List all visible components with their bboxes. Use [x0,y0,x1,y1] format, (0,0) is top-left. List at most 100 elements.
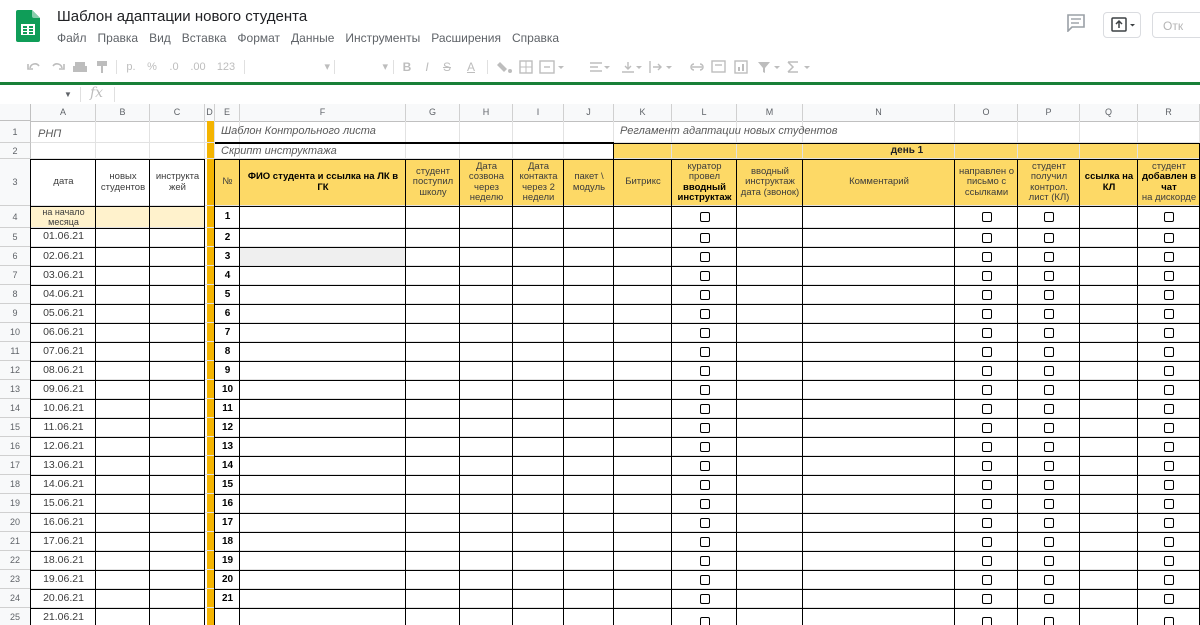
column-header-f[interactable]: F [240,104,406,121]
row-header[interactable]: 10 [0,323,31,342]
date-cell[interactable]: 09.06.21 [31,380,96,399]
checkbox[interactable] [1164,441,1174,452]
checkbox[interactable] [1164,422,1174,433]
column-header-e[interactable]: E [215,104,240,121]
checkbox[interactable] [981,460,992,471]
checkbox[interactable] [1044,555,1054,566]
text-color-button[interactable]: A [462,52,480,82]
row-header[interactable]: 12 [0,361,31,380]
checkbox[interactable] [1044,308,1054,319]
checkbox[interactable] [699,498,710,509]
checkbox[interactable] [981,251,992,262]
row-number-cell[interactable]: 15 [215,475,240,494]
cell-k1-adaptation-rules[interactable]: Регламент адаптации новых студентов [614,121,1200,143]
checkbox[interactable] [699,308,710,319]
date-cell[interactable]: 08.06.21 [31,361,96,380]
checkbox[interactable] [1044,460,1054,471]
checkbox[interactable] [981,574,992,585]
date-cell[interactable]: 11.06.21 [31,418,96,437]
row-number-cell[interactable]: 3 [215,247,240,266]
menu-edit[interactable]: Правка [98,31,139,45]
comment-icon[interactable] [1066,14,1086,32]
row-header[interactable]: 6 [0,247,31,266]
row-number-cell[interactable]: 5 [215,285,240,304]
row-number-cell[interactable]: 12 [215,418,240,437]
column-header-a[interactable]: A [31,104,96,121]
checkbox[interactable] [1164,384,1174,395]
menu-extensions[interactable]: Расширения [431,31,501,45]
cell-a1-rnp[interactable]: РНП [31,121,205,151]
date-cell[interactable]: 12.06.21 [31,437,96,456]
checkbox[interactable] [981,212,992,222]
checkbox[interactable] [981,346,992,357]
row-header[interactable]: 1 [0,121,31,143]
menu-tools[interactable]: Инструменты [345,31,420,45]
date-cell[interactable]: 19.06.21 [31,570,96,589]
more-formats-button[interactable]: 123 [212,52,240,82]
row-number-cell[interactable]: 10 [215,380,240,399]
column-header-c[interactable]: C [150,104,205,121]
row-number-cell[interactable]: 6 [215,304,240,323]
row-header[interactable]: 22 [0,551,31,570]
checkbox[interactable] [1164,212,1174,222]
checkbox[interactable] [981,536,992,547]
row-header[interactable]: 19 [0,494,31,513]
currency-format-button[interactable]: р. [124,52,138,82]
column-header-n[interactable]: N [803,104,955,121]
date-cell[interactable]: 01.06.21 [31,228,96,247]
date-cell[interactable]: 02.06.21 [31,247,96,266]
menu-file[interactable]: Файл [57,31,87,45]
present-button[interactable] [1103,12,1141,38]
row-number-cell[interactable]: 14 [215,456,240,475]
checkbox[interactable] [981,403,992,414]
checkbox[interactable] [1164,327,1174,338]
italic-button[interactable]: I [420,52,434,82]
checkbox[interactable] [1164,593,1174,604]
checkbox[interactable] [981,498,992,509]
checkbox[interactable] [699,365,710,376]
column-header-h[interactable]: H [460,104,513,121]
checkbox[interactable] [981,616,992,625]
checkbox[interactable] [1044,327,1054,338]
column-header-m[interactable]: M [737,104,803,121]
row-header[interactable]: 13 [0,380,31,399]
bold-button[interactable]: B [400,52,414,82]
menu-insert[interactable]: Вставка [182,31,227,45]
row-header[interactable]: 20 [0,513,31,532]
row-header[interactable]: 23 [0,570,31,589]
checkbox[interactable] [1164,232,1174,243]
checkbox[interactable] [981,289,992,300]
row-number-cell[interactable]: 17 [215,513,240,532]
row-header[interactable]: 24 [0,589,31,608]
checkbox[interactable] [1044,289,1054,300]
date-cell[interactable]: 15.06.21 [31,494,96,513]
checkbox[interactable] [1164,574,1174,585]
checkbox[interactable] [1164,460,1174,471]
checkbox[interactable] [1164,616,1174,625]
checkbox[interactable] [1044,517,1054,528]
date-cell[interactable]: 18.06.21 [31,551,96,570]
date-cell[interactable]: 04.06.21 [31,285,96,304]
date-cell[interactable]: 10.06.21 [31,399,96,418]
header-call-week[interactable]: Дата созвона через неделю [460,159,513,206]
row-header[interactable]: 4 [0,206,31,228]
checkbox[interactable] [1044,384,1054,395]
header-date[interactable]: дата [31,159,96,206]
row-number-cell[interactable]: 11 [215,399,240,418]
row-header[interactable]: 14 [0,399,31,418]
checkbox[interactable] [1164,346,1174,357]
checkbox[interactable] [699,517,710,528]
cell-e1-checklist-template[interactable]: Шаблон Контрольного листа [215,121,614,143]
checkbox[interactable] [1044,616,1054,625]
checkbox[interactable] [981,308,992,319]
checkbox[interactable] [1044,593,1054,604]
font-select[interactable]: ▾ [248,52,330,82]
font-size-select[interactable]: ▾ [338,52,388,82]
row-number-cell[interactable]: 7 [215,323,240,342]
cell-a4-month-start[interactable]: на начало месяца [31,206,96,228]
select-all-corner[interactable] [0,104,31,121]
checkbox[interactable] [699,251,710,262]
checkbox[interactable] [1164,479,1174,490]
row-header[interactable]: 9 [0,304,31,323]
header-contact-2weeks[interactable]: Дата контакта через 2 недели [513,159,564,206]
